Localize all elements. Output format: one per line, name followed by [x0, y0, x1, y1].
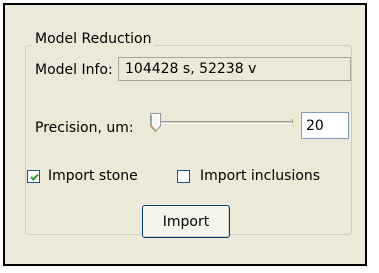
group-title: Model Reduction	[32, 30, 155, 48]
import-inclusions-checkbox[interactable]	[177, 170, 190, 183]
slider-track[interactable]	[156, 121, 292, 124]
import-stone-checkbox[interactable]	[27, 170, 40, 183]
import-stone-label[interactable]: Import stone	[48, 167, 138, 185]
import-button[interactable]: Import	[142, 205, 230, 238]
precision-input[interactable]	[301, 112, 349, 139]
model-info-label: Model Info:	[35, 62, 113, 78]
check-mark-icon	[30, 173, 39, 181]
slider-thumb-icon[interactable]	[150, 113, 161, 132]
import-inclusions-label[interactable]: Import inclusions	[200, 167, 320, 185]
model-info-field: 104428 s, 52238 v	[118, 57, 351, 81]
precision-label: Precision, um:	[35, 120, 134, 136]
slider-tick-end	[292, 119, 293, 123]
